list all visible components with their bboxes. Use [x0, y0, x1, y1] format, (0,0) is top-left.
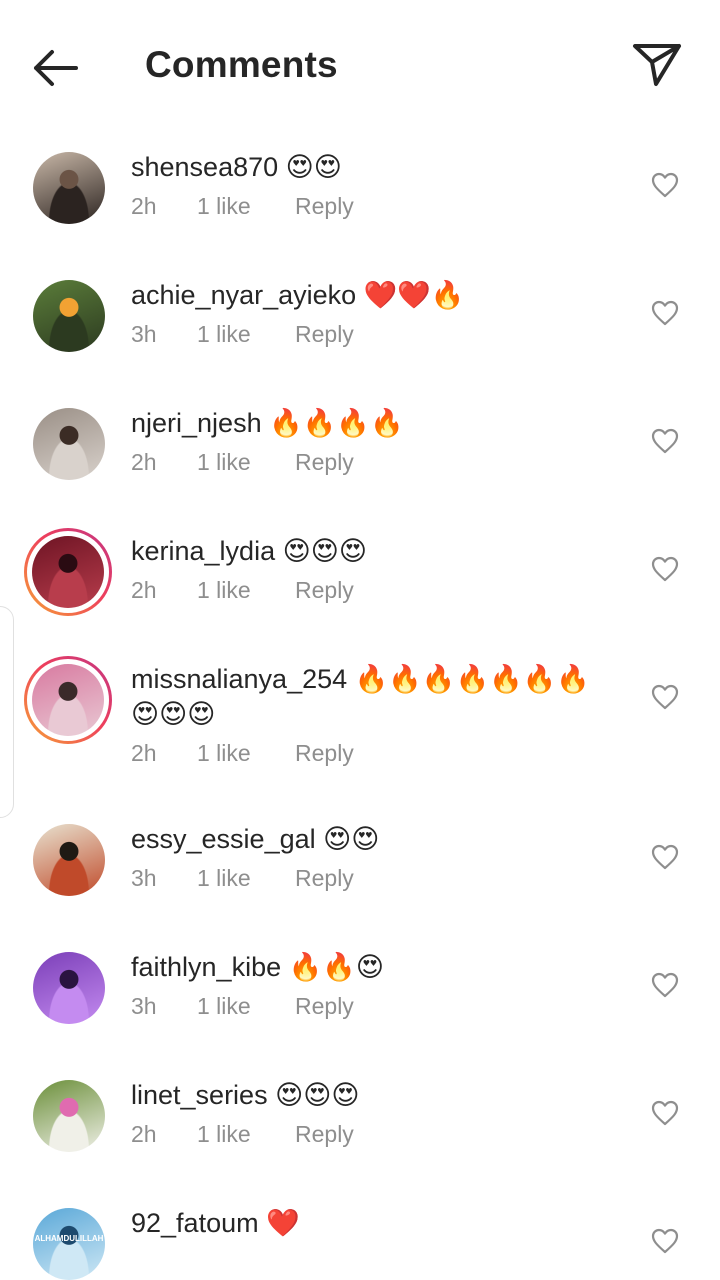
arrow-left-icon — [34, 50, 78, 86]
comment-time: 2h — [131, 449, 157, 475]
comment-likes[interactable]: 1 like — [197, 193, 295, 220]
heart-icon — [651, 844, 679, 870]
like-button[interactable] — [651, 844, 679, 870]
share-button[interactable] — [630, 40, 684, 90]
comment-text: 🔥🔥😍 — [288, 952, 385, 983]
heart-icon — [651, 556, 679, 582]
heart-icon — [651, 972, 679, 998]
comment-likes[interactable]: 1 like — [197, 449, 295, 476]
back-button[interactable] — [30, 46, 82, 90]
reply-button[interactable]: Reply — [295, 577, 354, 604]
comment-likes[interactable]: 1 like — [197, 577, 295, 604]
comment-text: 🔥🔥🔥🔥🔥🔥🔥 — [354, 664, 590, 695]
comment-username[interactable]: linet_series — [131, 1080, 268, 1110]
reply-button[interactable]: Reply — [295, 1121, 354, 1148]
reply-button[interactable]: Reply — [295, 193, 354, 220]
comment-time: 2h — [131, 740, 157, 766]
comment-time: 3h — [131, 993, 157, 1019]
heart-icon — [651, 300, 679, 326]
comment-time: 3h — [131, 865, 157, 891]
header: Comments — [0, 0, 720, 132]
like-button[interactable] — [651, 1228, 679, 1254]
comment-username[interactable]: missnalianya_254 — [131, 664, 347, 694]
page-title: Comments — [145, 44, 338, 85]
heart-icon — [651, 684, 679, 710]
edge-panel-handle[interactable] — [0, 606, 14, 818]
comment-likes[interactable]: 1 like — [197, 993, 295, 1020]
avatar[interactable] — [33, 1080, 105, 1152]
reply-button[interactable]: Reply — [295, 740, 354, 767]
comment-text: 😍😍 — [285, 152, 342, 183]
comment-text: 😍😍😍 — [282, 536, 368, 567]
comment-likes[interactable]: 1 like — [197, 740, 295, 767]
comment-time: 2h — [131, 193, 157, 219]
comment-username[interactable]: essy_essie_gal — [131, 824, 316, 854]
comment-time: 2h — [131, 577, 157, 603]
comment-time: 3h — [131, 321, 157, 347]
comment-likes[interactable]: 1 like — [197, 865, 295, 892]
comment-likes[interactable]: 1 like — [197, 1121, 295, 1148]
comment-username[interactable]: njeri_njesh — [131, 408, 262, 438]
avatar[interactable] — [33, 152, 105, 224]
avatar[interactable]: ALHAMDULILLAH — [33, 1208, 105, 1280]
avatar[interactable] — [33, 952, 105, 1024]
heart-icon — [651, 1100, 679, 1126]
comment-time: 2h — [131, 1121, 157, 1147]
comment-username[interactable]: 92_fatoum — [131, 1208, 259, 1238]
avatar-story-ring[interactable] — [24, 656, 112, 744]
paper-plane-icon — [633, 44, 681, 86]
reply-button[interactable]: Reply — [295, 321, 354, 348]
comment-text: 🔥🔥🔥🔥 — [269, 408, 404, 439]
heart-icon — [651, 1228, 679, 1254]
comment-text: ❤️❤️🔥 — [363, 280, 465, 311]
reply-button[interactable]: Reply — [295, 449, 354, 476]
comment-username[interactable]: faithlyn_kibe — [131, 952, 281, 982]
like-button[interactable] — [651, 428, 679, 454]
like-button[interactable] — [651, 300, 679, 326]
avatar-story-ring[interactable] — [24, 528, 112, 616]
comment-username[interactable]: shensea870 — [131, 152, 278, 182]
heart-icon — [651, 172, 679, 198]
reply-button[interactable]: Reply — [295, 865, 354, 892]
like-button[interactable] — [651, 172, 679, 198]
like-button[interactable] — [651, 684, 679, 710]
reply-button[interactable]: Reply — [295, 993, 354, 1020]
avatar-caption: ALHAMDULILLAH — [34, 1234, 104, 1243]
avatar[interactable] — [33, 408, 105, 480]
comment-text-continued: 😍😍😍 — [131, 699, 216, 730]
comment-text: 😍😍 — [323, 824, 380, 855]
comment-username[interactable]: kerina_lydia — [131, 536, 275, 566]
heart-icon — [651, 428, 679, 454]
comment-username[interactable]: achie_nyar_ayieko — [131, 280, 356, 310]
comment-likes[interactable]: 1 like — [197, 321, 295, 348]
comment-text: ❤️ — [266, 1208, 300, 1239]
like-button[interactable] — [651, 1100, 679, 1126]
avatar[interactable] — [33, 280, 105, 352]
comment-text: 😍😍😍 — [275, 1080, 360, 1111]
like-button[interactable] — [651, 556, 679, 582]
avatar[interactable] — [33, 824, 105, 896]
like-button[interactable] — [651, 972, 679, 998]
